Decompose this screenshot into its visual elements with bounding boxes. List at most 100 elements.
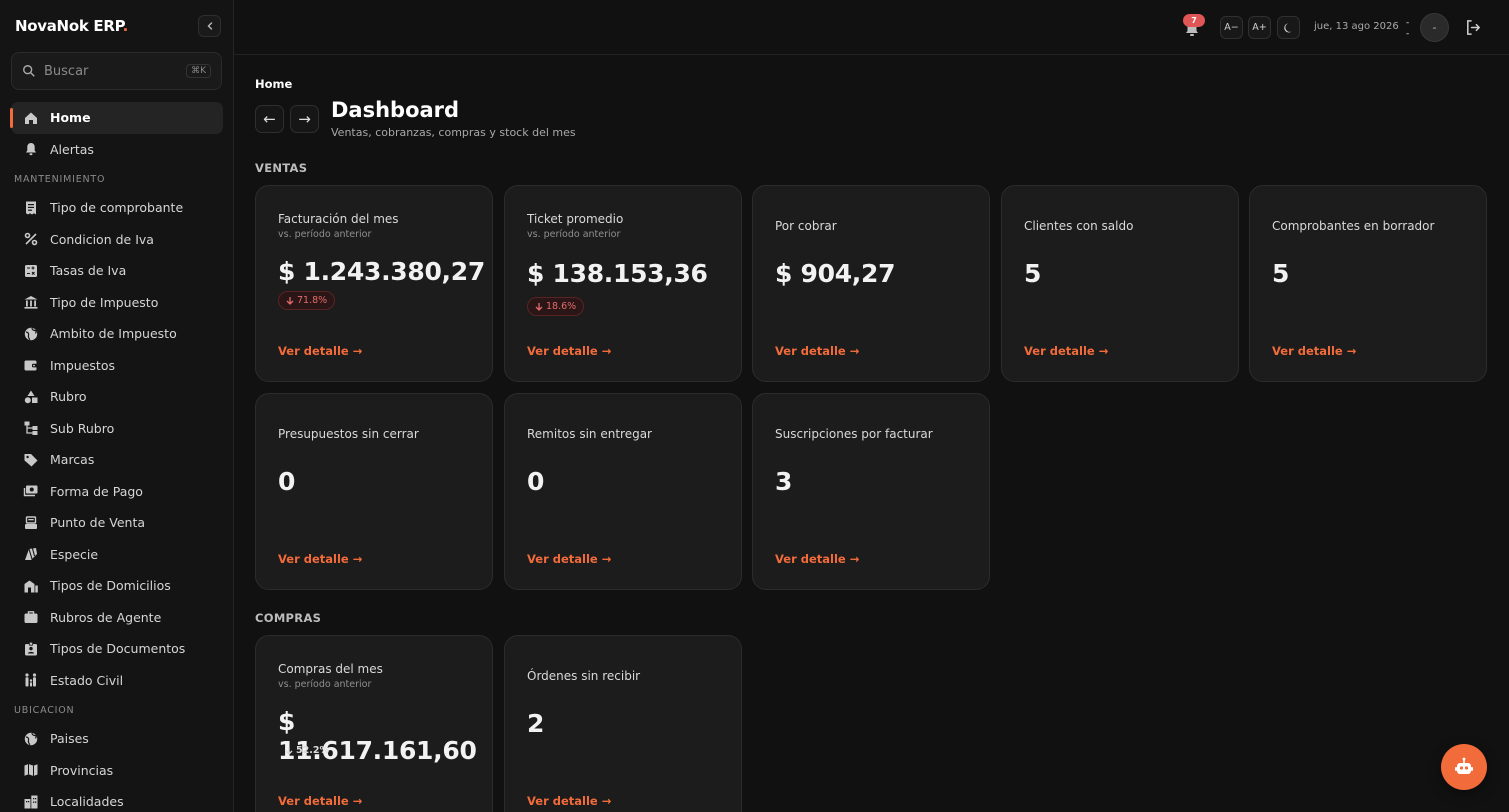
- category-icon: [23, 389, 39, 405]
- main-content: 7 A− A+ jue, 13 ago 2026 -- - Home ← → D…: [234, 0, 1509, 812]
- search-shortcut: ⌘K: [186, 64, 211, 78]
- sidebar-item-tipo-de-comprobante[interactable]: Tipo de comprobante: [11, 192, 223, 224]
- ver-detalle-link[interactable]: Ver detalle →: [1024, 344, 1108, 358]
- sidebar-item-label: Tasas de Iva: [50, 263, 127, 279]
- user-role: -: [1406, 29, 1410, 39]
- sidebar-item-marcas[interactable]: Marcas: [11, 444, 223, 476]
- sidebar-item-alertas[interactable]: Alertas: [11, 134, 223, 166]
- ver-detalle-link[interactable]: Ver detalle →: [278, 794, 362, 808]
- ver-detalle-link[interactable]: Ver detalle →: [1272, 344, 1356, 358]
- card-title: Presupuestos sin cerrar: [278, 427, 419, 441]
- card-subtitle: vs. período anterior: [278, 229, 372, 240]
- ver-detalle-link[interactable]: Ver detalle →: [775, 552, 859, 566]
- brand-logo[interactable]: NovaNok ERP.: [15, 17, 128, 35]
- link-label: Ver detalle: [1024, 344, 1095, 358]
- sidebar-item-condicion-de-iva[interactable]: Condicion de Iva: [11, 224, 223, 256]
- payments-icon: [23, 483, 39, 499]
- family-icon: [23, 672, 39, 688]
- arrow-right-icon: →: [1346, 344, 1357, 358]
- card-title: Por cobrar: [775, 219, 837, 233]
- page-subtitle: Ventas, cobranzas, compras y stock del m…: [331, 126, 576, 139]
- card-value: 5: [1272, 259, 1290, 288]
- font-increase-button[interactable]: A+: [1248, 16, 1271, 39]
- section-mantenimiento: MANTENIMIENTO: [14, 174, 106, 185]
- sidebar-item-label: Condicion de Iva: [50, 231, 154, 247]
- current-date: jue, 13 ago 2026: [1314, 21, 1399, 32]
- arrow-down-icon: [286, 297, 294, 305]
- breadcrumb[interactable]: Home: [255, 77, 292, 91]
- sidebar-item-rubros-de-agente[interactable]: Rubros de Agente: [11, 602, 223, 634]
- sidebar-item-label: Marcas: [50, 452, 95, 468]
- tree-icon: [23, 420, 39, 436]
- avatar[interactable]: -: [1420, 13, 1449, 42]
- search-box[interactable]: ⌘K: [11, 52, 222, 90]
- card-title: Suscripciones por facturar: [775, 427, 933, 441]
- card-title: Ticket promedio: [527, 212, 624, 226]
- sidebar-item-label: Alertas: [50, 141, 94, 157]
- sidebar-item-tasas-de-iva[interactable]: Tasas de Iva: [11, 255, 223, 287]
- globe-icon: [23, 731, 39, 747]
- calculator-icon: [23, 263, 39, 279]
- sidebar-item-impuestos[interactable]: Impuestos: [11, 350, 223, 382]
- city-icon: [23, 794, 39, 810]
- collapse-sidebar-button[interactable]: [198, 15, 221, 37]
- sidebar-item-label: Ambito de Impuesto: [50, 326, 177, 342]
- sidebar: NovaNok ERP. ⌘K Home Alertas MANTENIMIENTO…: [0, 0, 234, 812]
- ver-detalle-link[interactable]: Ver detalle →: [278, 344, 362, 358]
- sidebar-item-ambito-de-impuesto[interactable]: Ambito de Impuesto: [11, 318, 223, 350]
- trend-value: 71.8%: [297, 295, 328, 306]
- sidebar-item-forma-de-pago[interactable]: Forma de Pago: [11, 476, 223, 508]
- assistant-bot-button[interactable]: [1441, 744, 1487, 790]
- sidebar-item-paises[interactable]: Paises: [11, 723, 223, 755]
- link-label: Ver detalle: [775, 344, 846, 358]
- card-value: 2: [527, 709, 545, 738]
- sidebar-item-home[interactable]: Home: [10, 102, 223, 134]
- card-value: $ 1.243.380,27: [278, 257, 485, 286]
- theme-toggle-button[interactable]: [1277, 16, 1300, 39]
- sidebar-item-tipo-de-impuesto[interactable]: Tipo de Impuesto: [11, 287, 223, 319]
- ver-detalle-link[interactable]: Ver detalle →: [527, 344, 611, 358]
- moon-icon: [1283, 23, 1291, 32]
- ver-detalle-link[interactable]: Ver detalle →: [527, 794, 611, 808]
- font-decrease-button[interactable]: A−: [1220, 16, 1243, 39]
- trend-value: 52.2%: [296, 745, 329, 756]
- sidebar-item-punto-de-venta[interactable]: Punto de Venta: [11, 507, 223, 539]
- ver-detalle-link[interactable]: Ver detalle →: [278, 552, 362, 566]
- kpi-card-comprobantes-en-borrador: Comprobantes en borrador 5 Ver detalle →: [1249, 185, 1487, 382]
- sidebar-item-label: Estado Civil: [50, 672, 124, 688]
- forward-button[interactable]: →: [290, 105, 319, 133]
- arrow-down-icon: [285, 747, 293, 755]
- sidebar-item-label: Tipo de comprobante: [50, 200, 184, 216]
- sidebar-item-estado-civil[interactable]: Estado Civil: [11, 665, 223, 697]
- card-title: Órdenes sin recibir: [527, 669, 641, 683]
- card-title: Remitos sin entregar: [527, 427, 652, 441]
- sidebar-item-localidades[interactable]: Localidades: [11, 786, 223, 812]
- section-ubicacion: UBICACION: [14, 705, 75, 716]
- robot-icon: [1455, 757, 1473, 774]
- sidebar-item-especie[interactable]: Especie: [11, 539, 223, 571]
- search-input[interactable]: [44, 63, 187, 79]
- sidebar-item-sub-rubro[interactable]: Sub Rubro: [11, 413, 223, 445]
- back-button[interactable]: ←: [255, 105, 284, 133]
- card-value: 3: [775, 467, 793, 496]
- sidebar-item-label: Tipo de Impuesto: [50, 294, 159, 310]
- sidebar-item-label: Rubros de Agente: [50, 609, 162, 625]
- arrow-right-icon: →: [601, 794, 612, 808]
- chevron-left-icon: [207, 22, 212, 30]
- arrow-right-icon: →: [352, 344, 363, 358]
- sidebar-item-tipos-de-domicilios[interactable]: Tipos de Domicilios: [11, 570, 223, 602]
- ver-detalle-link[interactable]: Ver detalle →: [527, 552, 611, 566]
- link-label: Ver detalle: [775, 552, 846, 566]
- sidebar-item-tipos-de-documentos[interactable]: Tipos de Documentos: [11, 633, 223, 665]
- sidebar-item-provincias[interactable]: Provincias: [11, 755, 223, 787]
- sidebar-item-rubro[interactable]: Rubro: [11, 381, 223, 413]
- kpi-card-clientes-con-saldo: Clientes con saldo 5 Ver detalle →: [1001, 185, 1239, 382]
- logout-icon[interactable]: [1464, 18, 1483, 37]
- link-label: Ver detalle: [278, 552, 349, 566]
- sidebar-item-label: Rubro: [50, 389, 87, 405]
- trend-badge: 18.6%: [527, 297, 585, 316]
- ver-detalle-link[interactable]: Ver detalle →: [775, 344, 859, 358]
- kpi-card-ticket-promedio: Ticket promedio vs. período anterior $ 138…: [504, 185, 742, 382]
- arrow-right-icon: →: [601, 344, 612, 358]
- card-value: 0: [527, 467, 545, 496]
